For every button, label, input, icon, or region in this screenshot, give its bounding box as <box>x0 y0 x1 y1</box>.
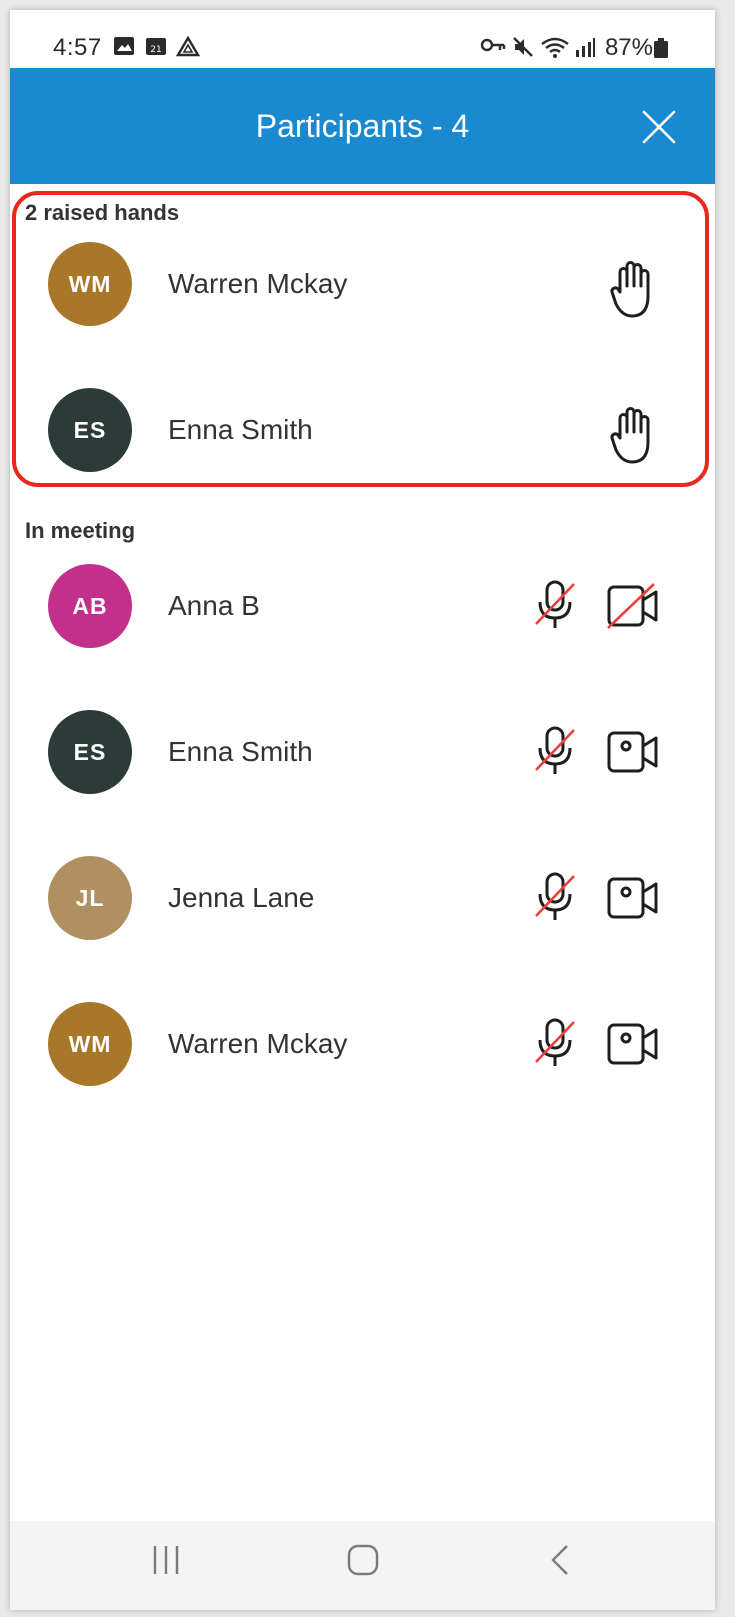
avatar: WM <box>48 1002 132 1086</box>
participant-name: Warren Mckay <box>168 1028 348 1059</box>
participant-row[interactable]: ES Enna Smith <box>10 704 715 800</box>
mute-icon <box>513 37 533 57</box>
recent-apps-icon[interactable] <box>150 1543 182 1577</box>
signal-icon <box>576 38 595 57</box>
gallery-icon <box>114 37 134 55</box>
home-icon[interactable] <box>346 1543 380 1577</box>
raised-hand-row[interactable]: ES Enna Smith <box>10 382 715 478</box>
page-title: Participants - 4 <box>255 108 470 144</box>
participant-name: Jenna Lane <box>168 882 315 913</box>
participant-name: Enna Smith <box>168 736 313 767</box>
avatar: AB <box>48 564 132 648</box>
calendar-icon: 21 <box>146 38 166 55</box>
avatar: ES <box>48 388 132 472</box>
raised-hand-icon[interactable] <box>610 404 658 466</box>
participant-row[interactable]: JL Jenna Lane <box>10 850 715 946</box>
raised-hand-row[interactable]: WM Warren Mckay <box>10 236 715 332</box>
battery-icon <box>654 38 668 58</box>
in-meeting-label: In meeting <box>25 518 136 543</box>
avatar: JL <box>48 856 132 940</box>
system-nav-bar <box>10 1521 715 1610</box>
participant-row[interactable]: WM Warren Mckay <box>10 996 715 1092</box>
mic-muted-icon[interactable] <box>532 578 578 632</box>
wifi-icon <box>541 37 569 58</box>
vpn-key-icon <box>480 38 506 52</box>
participant-name: Anna B <box>168 590 260 621</box>
participant-name: Warren Mckay <box>168 268 348 299</box>
mic-muted-icon[interactable] <box>532 870 578 924</box>
drive-icon <box>176 36 200 57</box>
svg-text:21: 21 <box>150 45 161 55</box>
mic-muted-icon[interactable] <box>532 1016 578 1070</box>
participant-row[interactable]: AB Anna B <box>10 558 715 654</box>
raised-hand-icon[interactable] <box>610 258 658 320</box>
camera-on-icon[interactable] <box>606 1020 660 1068</box>
back-icon[interactable] <box>548 1543 572 1577</box>
camera-off-icon[interactable] <box>606 582 660 630</box>
participant-name: Enna Smith <box>168 414 313 445</box>
raised-hands-label: 2 raised hands <box>25 200 180 225</box>
close-icon[interactable] <box>642 110 676 144</box>
mic-muted-icon[interactable] <box>532 724 578 778</box>
status-time: 4:57 <box>53 34 102 61</box>
header-bar: Participants - 4 <box>10 68 715 184</box>
camera-on-icon[interactable] <box>606 728 660 776</box>
camera-on-icon[interactable] <box>606 874 660 922</box>
phone-screen: 4:57 21 87% Participants - 4 2 raised ha… <box>10 10 715 1610</box>
battery-percent: 87% <box>604 34 653 61</box>
status-bar: 4:57 21 87% <box>10 10 715 68</box>
avatar: ES <box>48 710 132 794</box>
avatar: WM <box>48 242 132 326</box>
